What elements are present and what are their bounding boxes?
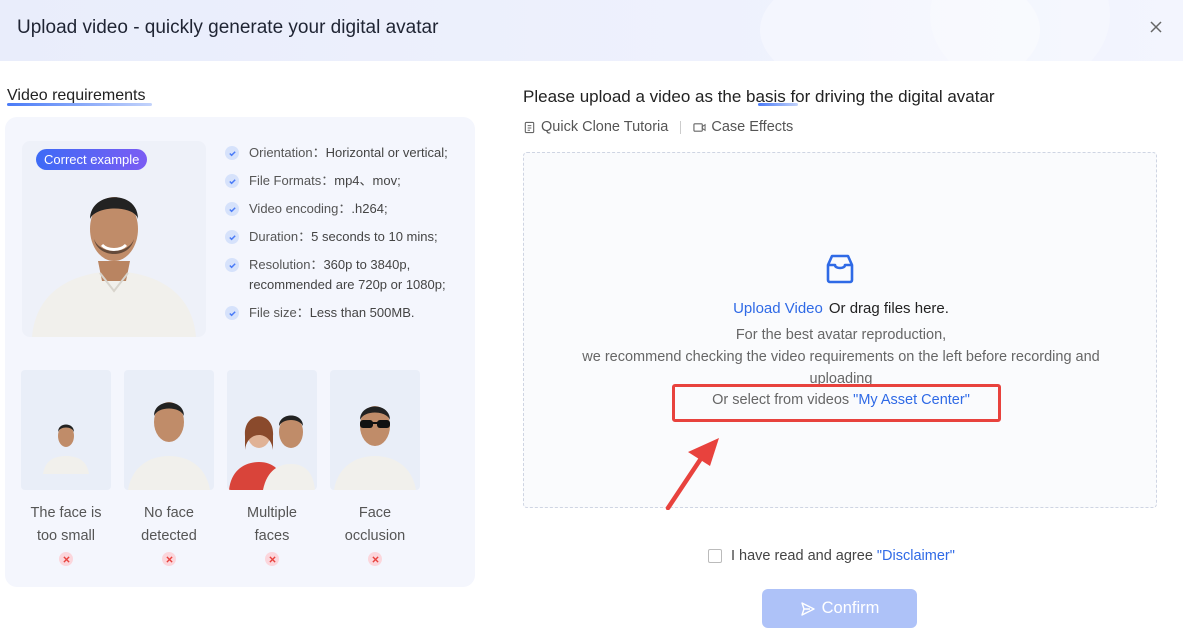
requirement-label: Video encoding： (249, 201, 352, 216)
cross-icon (265, 552, 279, 566)
requirement-item: Resolution：360p to 3840p, recommended ar… (225, 255, 460, 295)
requirements-card: Correct example Orientation：Horizontal o… (5, 117, 475, 587)
correct-example-photo: Correct example (22, 141, 206, 337)
case-effects-link[interactable]: Case Effects (693, 119, 793, 135)
inbox-icon (826, 254, 854, 284)
requirement-label: Resolution： (249, 257, 324, 272)
bad-example-no-face: No face detected (124, 370, 214, 566)
bad-example-label: Multiple faces (247, 505, 297, 544)
bad-example-label: The face is too small (30, 505, 102, 544)
asset-center-line: Or select from videos "My Asset Center" (524, 392, 1158, 408)
video-icon (693, 122, 706, 132)
requirement-label: File size： (249, 305, 310, 320)
divider (680, 120, 682, 134)
cross-icon (162, 552, 176, 566)
bad-example-photo (227, 370, 317, 490)
requirement-item: File size：Less than 500MB. (225, 303, 460, 323)
header-decoration (930, 0, 1110, 61)
heading-underline (758, 103, 798, 106)
upload-hint: we recommend checking the video requirem… (582, 349, 1100, 365)
requirement-item: Video encoding：.h264; (225, 199, 460, 219)
confirm-label: Confirm (821, 599, 880, 617)
dialog-title: Upload video - quickly generate your dig… (17, 17, 439, 38)
requirement-value: Less than 500MB. (309, 305, 415, 320)
drag-files-text: Or drag files here. (828, 300, 949, 317)
close-button[interactable] (1147, 18, 1165, 36)
check-icon (225, 146, 239, 160)
bad-examples: The face is too small No face detected Mul… (21, 370, 420, 566)
document-icon (524, 121, 535, 133)
requirement-value: .h264; (351, 201, 388, 216)
confirm-button[interactable]: Confirm (762, 589, 917, 628)
tutorial-link-label: Quick Clone Tutoria (541, 119, 669, 135)
agree-text: I have read and agree (731, 548, 873, 564)
agree-checkbox[interactable] (708, 549, 722, 563)
upload-prompt: Upload Video Or drag files here. (524, 300, 1158, 317)
close-icon (1150, 21, 1162, 33)
correct-example-badge: Correct example (36, 149, 148, 170)
upload-dropzone[interactable]: Upload Video Or drag files here. For the … (523, 152, 1158, 510)
requirement-value: Horizontal or vertical; (325, 145, 448, 160)
asset-prefix: Or select from videos (712, 392, 854, 408)
dialog-header: Upload video - quickly generate your dig… (0, 0, 1183, 61)
upload-video-link[interactable]: Upload Video (733, 300, 823, 317)
bad-example-multiple-faces: Multiple faces (227, 370, 317, 566)
bad-example-face-occlusion: Face occlusion (330, 370, 420, 566)
cross-icon (368, 552, 382, 566)
arrow-annotation-icon (665, 438, 719, 510)
agreement-row: I have read and agree "Disclaimer" (708, 548, 955, 564)
requirement-value: 5 seconds to 10 mins; (311, 229, 438, 244)
title-underline (7, 103, 152, 106)
requirement-value: mp4、mov; (334, 173, 401, 188)
requirement-label: File Formats： (249, 173, 335, 188)
cross-icon (59, 552, 73, 566)
my-asset-center-link[interactable]: "My Asset Center" (853, 392, 970, 408)
bad-example-label: Face occlusion (344, 505, 406, 544)
send-icon (800, 601, 815, 616)
case-link-label: Case Effects (711, 119, 794, 135)
requirement-label: Duration： (249, 229, 312, 244)
bad-example-photo (124, 370, 214, 490)
bad-example-small-face: The face is too small (21, 370, 111, 566)
check-icon (225, 174, 239, 188)
quick-clone-tutorial-link[interactable]: Quick Clone Tutoria (523, 119, 668, 135)
check-icon (225, 258, 239, 272)
bad-example-photo (330, 370, 420, 490)
disclaimer-link[interactable]: "Disclaimer" (877, 548, 955, 564)
requirement-item: Orientation：Horizontal or vertical; (225, 143, 460, 163)
person-illustration (32, 197, 196, 337)
requirement-label: Orientation： (249, 145, 326, 160)
check-icon (225, 230, 239, 244)
requirement-item: Duration：5 seconds to 10 mins; (225, 227, 460, 247)
requirement-item: File Formats：mp4、mov; (225, 171, 460, 191)
requirements-list: Orientation：Horizontal or vertical; File… (225, 143, 460, 331)
help-links: Quick Clone Tutoria Case Effects (523, 119, 793, 135)
check-icon (225, 202, 239, 216)
bad-example-label: No face detected (141, 505, 197, 544)
upload-hint: For the best avatar reproduction, (735, 327, 947, 343)
check-icon (225, 306, 239, 320)
bad-example-photo (21, 370, 111, 490)
